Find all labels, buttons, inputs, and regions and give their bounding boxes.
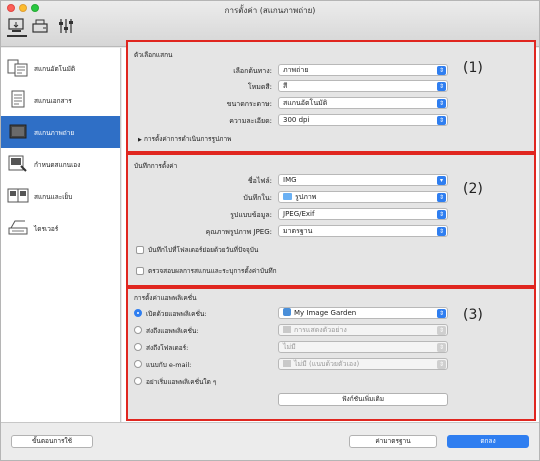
folder-icon [283,193,292,200]
sidebar-item-label: ไดรเวอร์ [34,225,59,233]
file-name-label: ชื่อไฟล์: [247,177,272,185]
general-settings-icon [59,19,73,33]
save-settings-number: (2) [463,181,483,197]
scan-stitch-icon [7,188,29,203]
sidebar-item-document-scan[interactable]: สแกนเอกสาร [1,84,120,116]
settings-window: การตั้งค่า (สแกนภาพถ่าย) สแกนอัตโนมัติ ส… [0,0,540,461]
more-functions-button[interactable]: ฟังก์ชันเพิ่มเติม [278,393,448,406]
resolution-label: ความละเอียด: [229,117,272,125]
chevron-updown-icon: ⇕ [437,66,446,75]
chevron-updown-icon: ⇕ [437,343,446,352]
jpeg-quality-dropdown[interactable]: มาตรฐาน ⇕ [278,225,448,237]
attach-email-dropdown[interactable]: ไม่มี (แนบด้วยตัวเอง) ⇕ [278,358,448,370]
select-source-dropdown[interactable]: ภาพถ่าย ⇕ [278,64,448,76]
sidebar-item-label: สแกนภาพถ่าย [34,129,75,137]
chevron-down-icon: ▾ [437,176,446,185]
ok-button[interactable]: ตกลง [447,435,529,448]
check-results-checkbox[interactable] [136,267,144,275]
subfolder-label: บันทึกไปที่โฟลเดอร์ย่อยด้วยวันที่ปัจจุบั… [148,246,259,254]
paper-size-label: ขนาดกระดาษ: [226,100,272,108]
save-settings-title: บันทึกการตั้งค่า [134,162,178,170]
jpeg-quality-label: คุณภาพรูปภาพ JPEG: [205,228,272,236]
save-in-dropdown[interactable]: รูปภาพ ⇕ [278,191,448,203]
scan-from-computer-tab[interactable] [7,17,27,37]
open-with-app-radio[interactable] [134,309,142,317]
chevron-updown-icon: ⇕ [437,210,446,219]
application-settings-number: (3) [463,307,483,323]
save-settings-group: บันทึกการตั้งค่า (2) ชื่อไฟล์: IMG ▾ บันท… [126,153,536,287]
chevron-updown-icon: ⇕ [437,309,446,318]
attach-email-radio[interactable] [134,360,142,368]
settings-panel: ตัวเลือกแสกน (1) เลือกต้นทาง: ภาพถ่าย ⇕ โ… [122,40,539,422]
application-settings-group: การตั้งค่าแอพพลิเคชั่น (3) เปิดด้วยแอพพล… [126,287,536,421]
save-in-label: บันทึกใน: [243,194,272,202]
scan-from-panel-icon [32,19,48,33]
sidebar-item-driver[interactable]: ไดรเวอร์ [1,212,120,244]
data-format-label: รูปแบบข้อมูล: [230,211,272,219]
send-to-folder-radio[interactable] [134,343,142,351]
chevron-updown-icon: ⇕ [437,360,446,369]
open-with-app-label: เปิดด้วยแอพพลิเคชั่น: [146,310,207,318]
sidebar-item-label: สแกนอัตโนมัติ [34,65,76,73]
sidebar-item-label: สแกนเอกสาร [34,97,72,105]
scan-from-panel-tab[interactable] [31,17,51,37]
sidebar-item-auto-scan[interactable]: สแกนอัตโนมัติ [1,52,120,84]
sidebar-item-label: กำหนดสแกนเอง [34,161,81,169]
defaults-button[interactable]: ค่ามาตรฐาน [349,435,437,448]
footer-bar: ขั้นตอนการใช้ ค่ามาตรฐาน ตกลง [1,422,539,460]
instructions-button[interactable]: ขั้นตอนการใช้ [11,435,93,448]
color-mode-dropdown[interactable]: สี ⇕ [278,80,448,92]
disclosure-triangle-icon: ▶ [138,137,142,143]
image-garden-icon [283,308,291,316]
chevron-updown-icon: ⇕ [437,227,446,236]
sidebar-item-scan-stitch[interactable]: สแกนและเย็บ [1,180,120,212]
custom-scan-icon [8,155,27,172]
scan-options-group: ตัวเลือกแสกน (1) เลือกต้นทาง: ภาพถ่าย ⇕ โ… [126,40,536,153]
scan-mode-sidebar: สแกนอัตโนมัติ สแกนเอกสาร สแกนภาพถ่าย กำห… [1,48,121,422]
open-with-app-dropdown[interactable]: My Image Garden ⇕ [278,307,448,319]
paper-size-dropdown[interactable]: สแกนอัตโนมัติ ⇕ [278,97,448,109]
chevron-updown-icon: ⇕ [437,99,446,108]
window-title: การตั้งค่า (สแกนภาพถ่าย) [224,6,316,15]
sidebar-item-label: สแกนและเย็บ [34,193,73,201]
no-app-radio[interactable] [134,377,142,385]
auto-scan-icon [7,59,28,77]
check-results-label: ตรวจสอบผลการสแกนและระบุการตั้งค่าบันทึก [148,267,277,275]
scan-options-number: (1) [463,60,483,76]
image-processing-disclosure[interactable]: ▶ การตั้งค่าการดำเนินการรูปภาพ [138,134,231,144]
send-to-folder-dropdown[interactable]: ไม่มี ⇕ [278,341,448,353]
chevron-updown-icon: ⇕ [437,82,446,91]
resolution-dropdown[interactable]: 300 dpi ⇕ [278,114,448,126]
chevron-updown-icon: ⇕ [437,193,446,202]
attach-email-label: แนบกับ e-mail: [146,361,192,369]
send-to-app-label: ส่งถึงแอพพลิเคชั่น: [146,327,199,335]
preview-app-icon [283,326,291,333]
driver-icon [8,220,28,235]
sidebar-item-custom-scan[interactable]: กำหนดสแกนเอง [1,148,120,180]
chevron-updown-icon: ⇕ [437,116,446,125]
scan-from-computer-icon [8,18,24,32]
no-app-label: อย่าเริ่มแอพพลิเคชั่นใด ๆ [146,378,217,386]
send-to-app-dropdown[interactable]: การแสดงตัวอย่าง ⇕ [278,324,448,336]
mail-app-icon [283,360,291,367]
select-source-label: เลือกต้นทาง: [233,67,272,75]
application-settings-title: การตั้งค่าแอพพลิเคชั่น [134,294,197,302]
general-settings-tab[interactable] [56,17,76,37]
data-format-dropdown[interactable]: JPEG/Exif ⇕ [278,208,448,220]
send-to-folder-label: ส่งถึงโฟลเดอร์: [146,344,189,352]
file-name-field[interactable]: IMG ▾ [278,174,448,186]
document-scan-icon [11,90,25,108]
chevron-updown-icon: ⇕ [437,326,446,335]
photo-scan-icon [9,124,27,139]
scan-options-title: ตัวเลือกแสกน [134,51,173,59]
send-to-app-radio[interactable] [134,326,142,334]
sidebar-item-photo-scan[interactable]: สแกนภาพถ่าย [1,116,120,148]
color-mode-label: โหมดสี: [247,83,272,91]
subfolder-checkbox[interactable] [136,246,144,254]
